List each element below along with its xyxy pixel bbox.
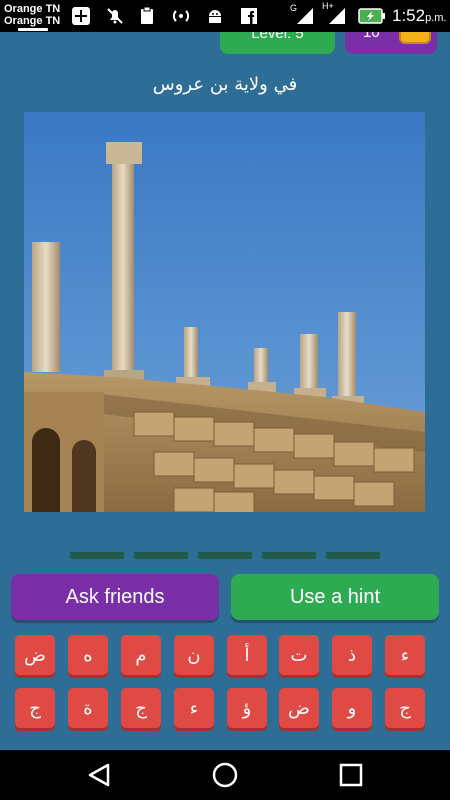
letter-key[interactable]: ض bbox=[279, 688, 319, 728]
letter-key[interactable]: ة bbox=[68, 688, 108, 728]
android-icon bbox=[204, 6, 226, 26]
puzzle-image bbox=[24, 112, 425, 512]
facebook-icon bbox=[238, 6, 260, 26]
signal-icon bbox=[326, 6, 348, 26]
letter-key[interactable]: و bbox=[332, 688, 372, 728]
carrier-line-1: Orange TN bbox=[4, 3, 61, 15]
letter-key[interactable]: ه bbox=[68, 635, 108, 675]
recents-icon[interactable] bbox=[337, 762, 365, 788]
menu-button[interactable] bbox=[18, 28, 48, 48]
coin-icon bbox=[399, 32, 431, 44]
mute-icon bbox=[104, 6, 126, 26]
letter-key[interactable]: ت bbox=[279, 635, 319, 675]
clock-time: 1:52 bbox=[392, 6, 426, 25]
answer-slots bbox=[70, 552, 380, 560]
clue-text: في ولاية بن عروس bbox=[152, 74, 298, 95]
clock-ampm: p.m. bbox=[425, 12, 447, 24]
status-bar: Orange TN Orange TN G H+ 1:52p.m. bbox=[0, 0, 450, 32]
battery-charging-icon bbox=[358, 6, 386, 26]
answer-slot[interactable] bbox=[262, 552, 316, 559]
home-icon[interactable] bbox=[211, 762, 239, 788]
clipboard-icon bbox=[136, 6, 158, 26]
level-label: Level: 5 bbox=[251, 32, 304, 42]
answer-slot[interactable] bbox=[134, 552, 188, 559]
letter-key[interactable]: ن bbox=[174, 635, 214, 675]
hotspot-icon bbox=[170, 6, 192, 26]
letter-key[interactable]: ذ bbox=[332, 635, 372, 675]
ask-friends-button[interactable]: Ask friends bbox=[11, 574, 219, 620]
letter-key[interactable]: ج bbox=[121, 688, 161, 728]
back-icon[interactable] bbox=[86, 762, 114, 788]
hamburger-icon bbox=[18, 28, 48, 31]
level-badge: Level: 5 bbox=[220, 32, 335, 54]
use-hint-button[interactable]: Use a hint bbox=[231, 574, 439, 620]
letter-key[interactable]: أ bbox=[227, 635, 267, 675]
letter-key[interactable]: ج bbox=[15, 688, 55, 728]
plus-icon bbox=[70, 6, 92, 26]
signal-icon bbox=[294, 6, 316, 26]
answer-slot[interactable] bbox=[198, 552, 252, 559]
answer-slot[interactable] bbox=[70, 552, 124, 559]
clock: 1:52p.m. bbox=[392, 6, 447, 26]
coins-count: 10 bbox=[363, 32, 380, 41]
letter-key[interactable]: ؤ bbox=[227, 688, 267, 728]
letter-key[interactable]: ء bbox=[385, 635, 425, 675]
coins-badge[interactable]: 10 bbox=[345, 32, 437, 54]
letter-key[interactable]: ء bbox=[174, 688, 214, 728]
carrier-line-2: Orange TN bbox=[4, 15, 61, 27]
letter-key[interactable]: ض bbox=[15, 635, 55, 675]
letter-key[interactable]: م bbox=[121, 635, 161, 675]
navigation-bar bbox=[0, 750, 450, 800]
carrier-label: Orange TN Orange TN bbox=[4, 3, 60, 27]
letter-key[interactable]: ج bbox=[385, 688, 425, 728]
roman-ruins-image bbox=[24, 112, 425, 512]
answer-slot[interactable] bbox=[326, 552, 380, 559]
